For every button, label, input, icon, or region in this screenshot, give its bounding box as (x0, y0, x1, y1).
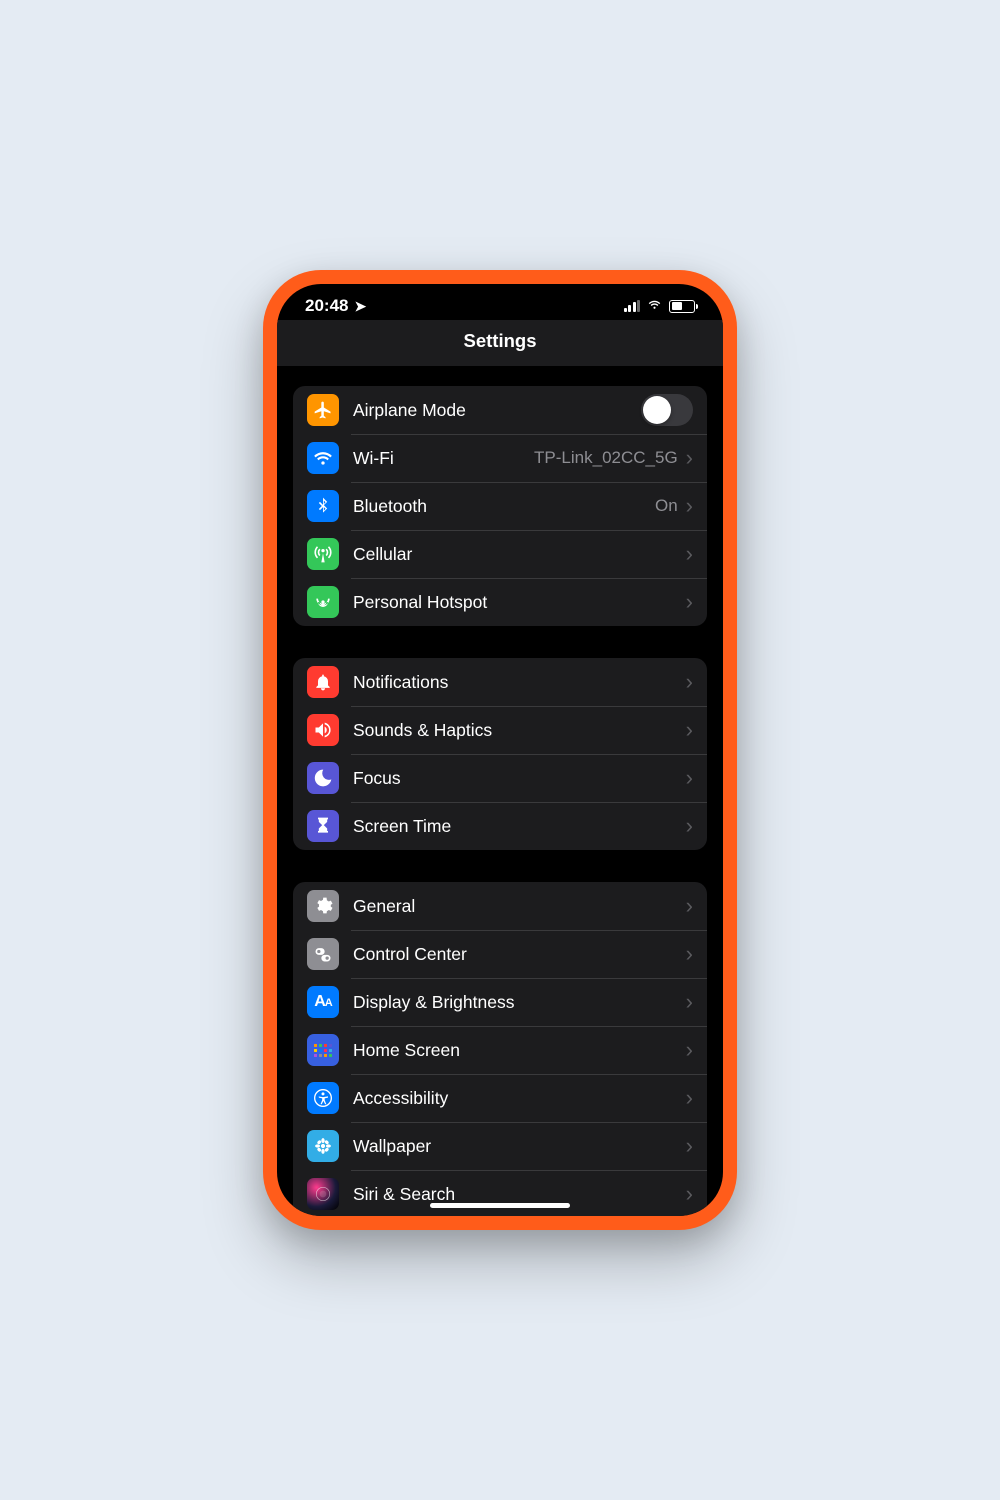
switches-icon (307, 938, 339, 970)
antenna-icon (307, 538, 339, 570)
chevron-right-icon: › (686, 591, 693, 613)
header: Settings (277, 320, 723, 366)
airplane-toggle[interactable] (641, 394, 693, 426)
row-label: Wallpaper (353, 1136, 686, 1157)
battery-icon (669, 300, 695, 313)
settings-row-sounds[interactable]: Sounds & Haptics› (293, 706, 707, 754)
settings-row-homescreen[interactable]: Home Screen› (293, 1026, 707, 1074)
accessibility-icon (307, 1082, 339, 1114)
location-arrow-icon: ➤ (354, 298, 366, 315)
chevron-right-icon: › (686, 1087, 693, 1109)
chevron-right-icon: › (686, 767, 693, 789)
status-bar: 20:48 ➤ (277, 284, 723, 320)
settings-row-accessibility[interactable]: Accessibility› (293, 1074, 707, 1122)
chevron-right-icon: › (686, 719, 693, 741)
settings-row-wifi[interactable]: Wi-FiTP-Link_02CC_5G › (293, 434, 707, 482)
chevron-right-icon: › (686, 671, 693, 693)
chevron-right-icon: › (686, 815, 693, 837)
wifi-status-icon (646, 298, 663, 315)
row-label: Airplane Mode (353, 400, 641, 421)
row-label: Bluetooth (353, 496, 655, 517)
phone-frame: 20:48 ➤ Settings Airplane Mode Wi-FiTP-Li… (263, 270, 737, 1230)
flower-icon (307, 1130, 339, 1162)
home-indicator[interactable] (430, 1203, 570, 1208)
row-label: Control Center (353, 944, 686, 965)
wifi-icon (307, 442, 339, 474)
moon-icon (307, 762, 339, 794)
chevron-right-icon: › (686, 991, 693, 1013)
cellular-signal-icon (624, 300, 641, 312)
row-label: Screen Time (353, 816, 686, 837)
screen: 20:48 ➤ Settings Airplane Mode Wi-FiTP-Li… (277, 284, 723, 1216)
chevron-right-icon: › (686, 447, 693, 469)
chevron-right-icon: › (686, 1039, 693, 1061)
hotspot-icon (307, 586, 339, 618)
row-label: Cellular (353, 544, 686, 565)
settings-list[interactable]: Airplane ModeWi-FiTP-Link_02CC_5G›Blueto… (277, 366, 723, 1216)
settings-row-screentime[interactable]: Screen Time› (293, 802, 707, 850)
status-time: 20:48 (305, 296, 348, 316)
settings-row-wallpaper[interactable]: Wallpaper› (293, 1122, 707, 1170)
row-value: TP-Link_02CC_5G (534, 448, 678, 468)
row-label: Wi-Fi (353, 448, 534, 469)
row-label: Focus (353, 768, 686, 789)
settings-row-hotspot[interactable]: Personal Hotspot› (293, 578, 707, 626)
row-label: General (353, 896, 686, 917)
hourglass-icon (307, 810, 339, 842)
chevron-right-icon: › (686, 943, 693, 965)
row-label: Home Screen (353, 1040, 686, 1061)
settings-group: Airplane ModeWi-FiTP-Link_02CC_5G›Blueto… (293, 386, 707, 626)
chevron-right-icon: › (686, 1183, 693, 1205)
chevron-right-icon: › (686, 1135, 693, 1157)
airplane-icon (307, 394, 339, 426)
row-label: Personal Hotspot (353, 592, 686, 613)
chevron-right-icon: › (686, 543, 693, 565)
home-grid-icon (307, 1034, 339, 1066)
settings-row-siri[interactable]: Siri & Search› (293, 1170, 707, 1216)
settings-row-airplane[interactable]: Airplane Mode (293, 386, 707, 434)
gear-icon (307, 890, 339, 922)
chevron-right-icon: › (686, 495, 693, 517)
row-value: On (655, 496, 678, 516)
row-label: Display & Brightness (353, 992, 686, 1013)
row-label: Sounds & Haptics (353, 720, 686, 741)
row-label: Siri & Search (353, 1184, 686, 1205)
text-size-icon: AA (307, 986, 339, 1018)
settings-group: General›Control Center›AADisplay & Brigh… (293, 882, 707, 1216)
row-label: Notifications (353, 672, 686, 693)
settings-row-display[interactable]: AA Display & Brightness› (293, 978, 707, 1026)
settings-row-notifications[interactable]: Notifications› (293, 658, 707, 706)
settings-row-general[interactable]: General› (293, 882, 707, 930)
row-label: Accessibility (353, 1088, 686, 1109)
chevron-right-icon: › (686, 895, 693, 917)
settings-row-bluetooth[interactable]: BluetoothOn › (293, 482, 707, 530)
siri-icon (307, 1178, 339, 1210)
page-title: Settings (277, 330, 723, 352)
speaker-icon (307, 714, 339, 746)
settings-row-cellular[interactable]: Cellular› (293, 530, 707, 578)
settings-group: Notifications›Sounds & Haptics›Focus›Scr… (293, 658, 707, 850)
bluetooth-icon (307, 490, 339, 522)
settings-row-focus[interactable]: Focus› (293, 754, 707, 802)
settings-row-controlcenter[interactable]: Control Center› (293, 930, 707, 978)
bell-icon (307, 666, 339, 698)
